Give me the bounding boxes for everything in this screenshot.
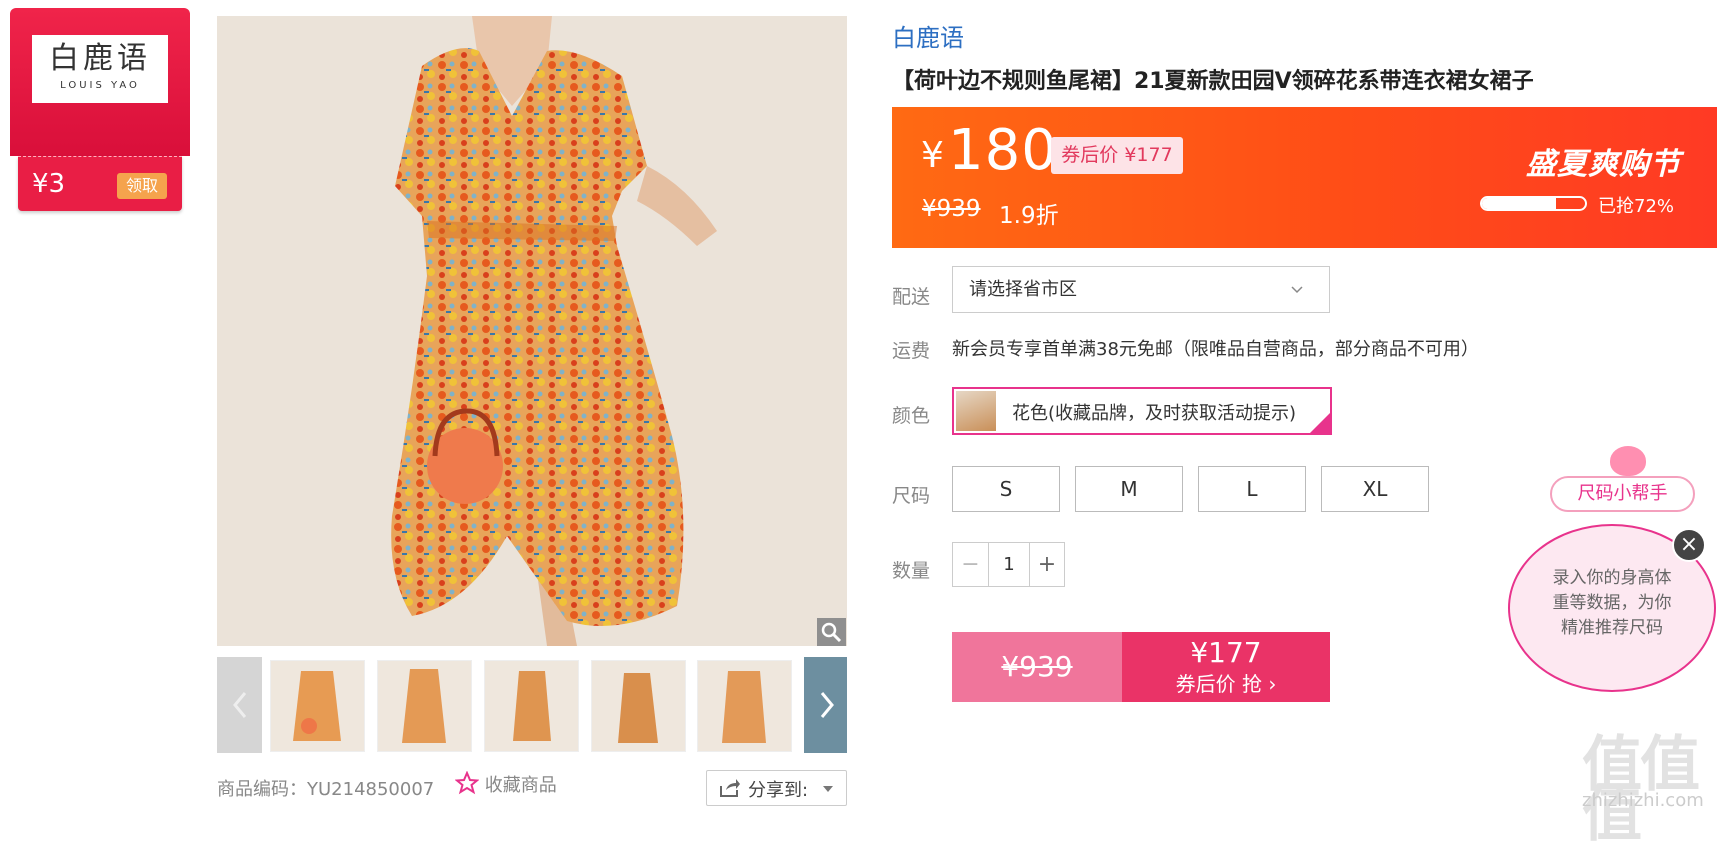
quantity-plus-button[interactable]: + — [1029, 543, 1064, 586]
thumbnail-dress — [402, 669, 446, 743]
helper-text-line1: 录入你的身高体 — [1552, 568, 1672, 588]
thumbnail-dress — [513, 671, 551, 741]
sold-progress-bar — [1480, 196, 1587, 211]
thumbnail-5[interactable] — [697, 660, 792, 752]
close-helper-button[interactable]: × — [1672, 528, 1706, 562]
watermark-url: zhizhizhi.com — [1582, 790, 1704, 811]
color-option-label: 花色(收藏品牌，及时获取活动提示) — [1012, 403, 1297, 424]
after-coupon-price: 券后价 ¥177 — [1051, 137, 1183, 174]
share-label: 分享到: — [748, 780, 809, 801]
color-swatch — [956, 391, 996, 431]
quantity-stepper: − 1 + — [952, 542, 1065, 587]
coupon-card: 白鹿语 LOUIS YAO ¥3 领取 — [10, 8, 190, 213]
thumb-next-button[interactable] — [804, 657, 847, 753]
zoom-button[interactable] — [817, 618, 846, 646]
size-option-l[interactable]: L — [1198, 466, 1306, 512]
thumbnail-dress — [293, 671, 341, 741]
helper-mascot-icon — [1610, 446, 1646, 476]
share-dropdown[interactable]: 分享到: — [706, 770, 847, 806]
selected-check-icon — [1310, 413, 1330, 433]
size-option-xl[interactable]: XL — [1321, 466, 1429, 512]
helper-text-line2: 重等数据，为你 — [1552, 593, 1672, 613]
price-currency: ¥ — [921, 135, 944, 176]
product-title: 【荷叶边不规则鱼尾裙】21夏新款田园V领碎花系带连衣裙女裙子 — [892, 69, 1534, 94]
thumbnail-dress — [618, 673, 658, 743]
brand-logo: 白鹿语 LOUIS YAO — [32, 35, 168, 103]
brand-logo-cn: 白鹿语 — [49, 41, 151, 76]
shipping-label: 运费 — [892, 340, 931, 362]
favorite-button[interactable]: 收藏商品 — [454, 770, 557, 797]
dress-illustration — [217, 16, 847, 646]
shipping-info: 新会员专享首单满38元免邮（限唯品自营商品，部分商品不可用） — [952, 339, 1479, 360]
thumbnail-2[interactable] — [377, 660, 472, 752]
claim-coupon-button[interactable]: 领取 — [117, 173, 167, 199]
coupon-header: 白鹿语 LOUIS YAO — [10, 8, 190, 156]
coupon-amount: ¥3 — [32, 169, 66, 199]
sold-percentage: 已抢72% — [1598, 196, 1675, 217]
buy-price: ¥177 — [1190, 636, 1262, 669]
helper-text-line3: 精准推荐尺码 — [1561, 618, 1663, 638]
region-select[interactable]: 请选择省市区 — [952, 266, 1330, 313]
thumbnail-dress — [722, 671, 766, 743]
current-price: 180 — [948, 118, 1058, 183]
quantity-input[interactable]: 1 — [989, 543, 1029, 586]
brand-logo-en: LOUIS YAO — [60, 80, 140, 91]
thumbnail-3[interactable] — [484, 660, 579, 752]
buy-original-price[interactable]: ¥939 — [952, 632, 1122, 702]
star-icon — [454, 770, 480, 795]
thumbnail-4[interactable] — [591, 660, 686, 752]
chevron-down-icon — [1291, 286, 1303, 294]
thumb-prev-button[interactable] — [217, 657, 262, 753]
delivery-label: 配送 — [892, 286, 931, 308]
chevron-right-icon — [820, 692, 834, 718]
buy-now-button[interactable]: ¥177 券后价 抢 › — [1122, 632, 1330, 702]
size-option-s[interactable]: S — [952, 466, 1060, 512]
coupon-footer: ¥3 领取 — [18, 156, 182, 211]
brand-link[interactable]: 白鹿语 — [892, 18, 964, 53]
sold-progress-fill — [1482, 198, 1557, 209]
discount-rate: 1.9折 — [999, 203, 1059, 229]
quantity-minus-button[interactable]: − — [953, 543, 989, 586]
size-option-m[interactable]: M — [1075, 466, 1183, 512]
favorite-label: 收藏商品 — [484, 775, 557, 796]
thumbnail-1[interactable] — [270, 660, 365, 752]
quantity-label: 数量 — [892, 560, 931, 582]
caret-down-icon — [823, 786, 833, 792]
size-helper-tag[interactable]: 尺码小帮手 — [1550, 476, 1695, 512]
share-icon — [720, 779, 740, 797]
promo-title: 盛夏爽购节 — [1526, 147, 1681, 182]
product-code: 商品编码：YU214850007 — [217, 779, 435, 800]
color-option-selected[interactable]: 花色(收藏品牌，及时获取活动提示) — [952, 387, 1332, 435]
size-label: 尺码 — [892, 485, 931, 507]
main-product-image[interactable] — [217, 16, 847, 646]
original-price: ¥939 — [922, 196, 981, 222]
chevron-left-icon — [233, 692, 247, 718]
buy-action-label: 券后价 抢 › — [1175, 672, 1277, 696]
magnifier-icon — [821, 622, 842, 643]
color-label: 颜色 — [892, 405, 931, 427]
